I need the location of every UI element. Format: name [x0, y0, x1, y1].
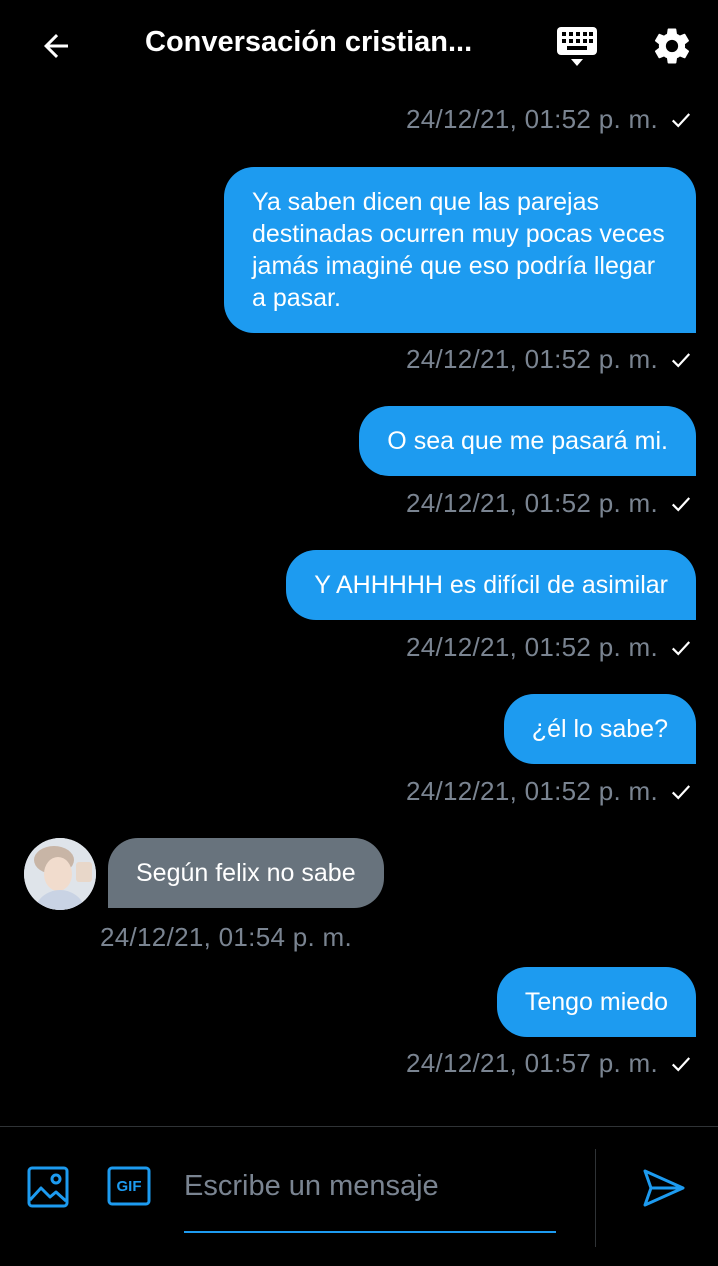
conversation-title: Conversación cristian... — [145, 26, 473, 58]
image-icon[interactable] — [26, 1165, 70, 1209]
message-timestamp: 24/12/21, 01:52 p. m. — [406, 776, 692, 807]
top-bar: Conversación cristian... — [0, 0, 718, 92]
read-check-icon — [671, 784, 691, 800]
back-arrow-icon[interactable] — [30, 24, 82, 68]
read-check-icon — [671, 1056, 691, 1072]
outgoing-message-bubble[interactable]: O sea que me pasará mi. — [359, 406, 696, 476]
message-text: Según felix no sabe — [136, 859, 356, 887]
gif-label: GIF — [116, 1177, 142, 1195]
avatar-image — [24, 838, 96, 910]
read-check-icon — [671, 112, 691, 128]
message-text: Tengo miedo — [524, 988, 668, 1016]
message-text: Y AHHHHH es difícil de asimilar — [314, 571, 668, 599]
read-check-icon — [671, 496, 691, 512]
avatar[interactable] — [24, 838, 96, 910]
outgoing-message-bubble[interactable]: Y AHHHHH es difícil de asimilar — [286, 550, 696, 620]
outgoing-message-bubble[interactable]: Tengo miedo — [496, 967, 696, 1037]
read-check-icon — [671, 352, 691, 368]
gif-icon[interactable]: GIF — [106, 1165, 152, 1207]
gear-icon[interactable] — [650, 24, 694, 68]
send-icon[interactable] — [640, 1165, 688, 1211]
keyboard-icon[interactable] — [552, 24, 602, 70]
message-timestamp: 24/12/21, 01:52 p. m. — [406, 632, 692, 663]
message-input[interactable]: Escribe un mensaje — [184, 1153, 556, 1233]
outgoing-message-bubble[interactable]: Ya saben dicen que las parejas destinada… — [224, 167, 696, 333]
composer-divider — [595, 1149, 596, 1247]
message-list[interactable]: 24/12/21, 01:52 p. m. Ya saben dicen que… — [0, 92, 718, 1126]
message-timestamp: 24/12/21, 01:52 p. m. — [406, 488, 692, 519]
message-timestamp: 24/12/21, 01:52 p. m. — [406, 104, 692, 135]
message-text: O sea que me pasará mi. — [387, 427, 668, 455]
incoming-message-bubble[interactable]: Según felix no sabe — [108, 838, 384, 908]
message-timestamp: 24/12/21, 01:57 p. m. — [406, 1048, 692, 1079]
message-text: Ya saben dicen que las parejas destinada… — [252, 188, 665, 312]
read-check-icon — [671, 640, 691, 656]
message-composer: GIF Escribe un mensaje — [0, 1126, 718, 1266]
outgoing-message-bubble[interactable]: ¿él lo sabe? — [503, 694, 696, 764]
message-text: ¿él lo sabe? — [531, 715, 668, 743]
message-timestamp: 24/12/21, 01:54 p. m. — [100, 922, 353, 952]
message-timestamp: 24/12/21, 01:52 p. m. — [406, 344, 692, 375]
